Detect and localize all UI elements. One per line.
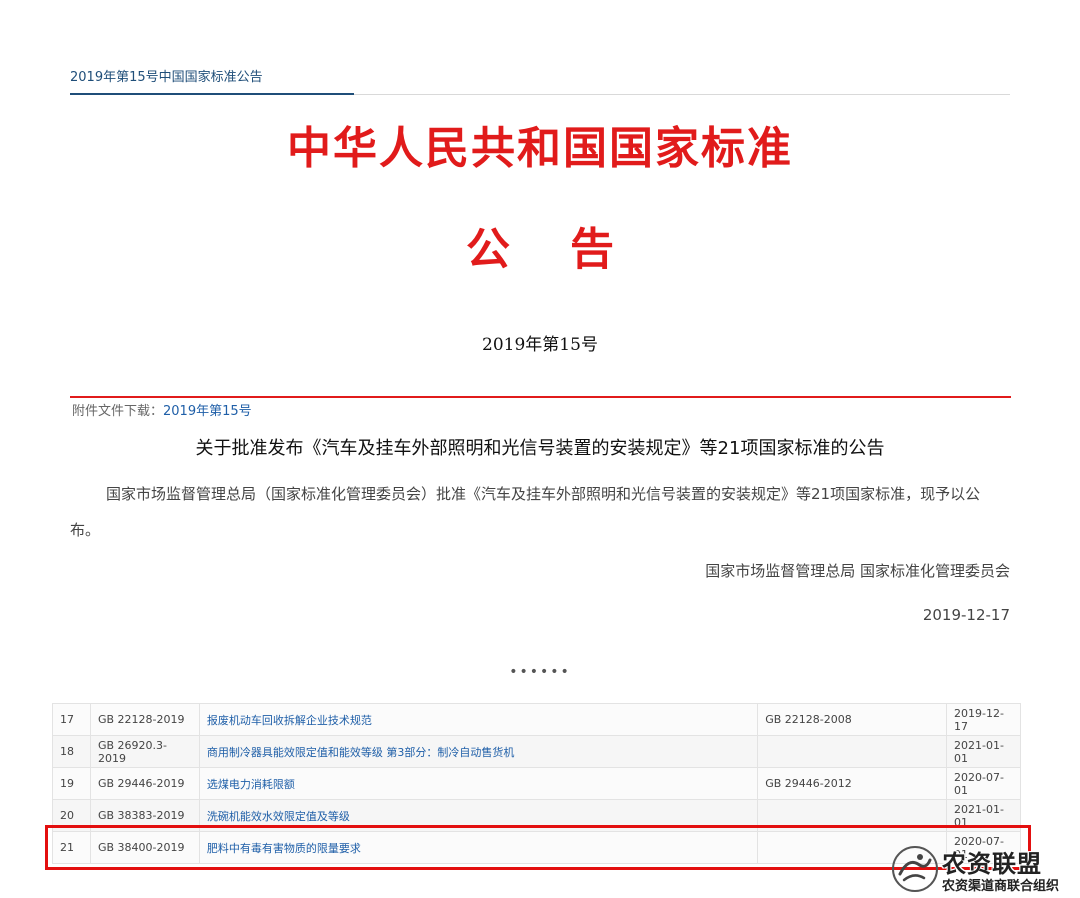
notice-heading: 公告 bbox=[466, 224, 674, 275]
announcement-date: 2019-12-17 bbox=[922, 606, 1010, 624]
table-row: 18 GB 26920.3-2019 商用制冷器具能效限定值和能效等级 第3部分… bbox=[52, 735, 1021, 768]
standard-name-link[interactable]: 洗碗机能效水效限定值及等级 bbox=[198, 799, 759, 832]
row-number: 18 bbox=[52, 735, 91, 768]
effective-date: 2021-01-01 bbox=[946, 735, 1021, 768]
standard-code: GB 22128-2019 bbox=[89, 703, 200, 736]
attachment-row: 附件文件下载：2019年第15号 bbox=[72, 400, 252, 419]
standard-code: GB 38400-2019 bbox=[89, 831, 200, 864]
effective-date: 2019-12-17 bbox=[946, 703, 1021, 736]
table-row: 21 GB 38400-2019 肥料中有毒有害物质的限量要求 2020-07-… bbox=[52, 831, 1021, 864]
announcement-body: 国家市场监督管理总局（国家标准化管理委员会）批准《汽车及挂车外部照明和光信号装置… bbox=[70, 485, 981, 539]
attachment-label: 附件文件下载： bbox=[72, 404, 164, 419]
table-row: 19 GB 29446-2019 选煤电力消耗限额 GB 29446-2012 … bbox=[52, 767, 1021, 800]
page-title: 中华人民共和国国家标准 bbox=[287, 123, 793, 174]
breadcrumb-underline bbox=[70, 93, 354, 95]
issue-number: 2019年第15号 bbox=[482, 335, 598, 355]
standard-code: GB 29446-2019 bbox=[89, 767, 200, 800]
standard-name-link[interactable]: 肥料中有毒有害物质的限量要求 bbox=[198, 831, 759, 864]
watermark: 农资联盟 农资渠道商联合组织 bbox=[890, 840, 1080, 898]
watermark-subtitle: 农资渠道商联合组织 bbox=[942, 879, 1060, 894]
table-row: 17 GB 22128-2019 报废机动车回收拆解企业技术规范 GB 2212… bbox=[52, 703, 1021, 736]
effective-date: 2020-07-01 bbox=[946, 767, 1021, 800]
row-number: 19 bbox=[52, 767, 91, 800]
standard-code: GB 38383-2019 bbox=[89, 799, 200, 832]
standards-table: 17 GB 22128-2019 报废机动车回收拆解企业技术规范 GB 2212… bbox=[52, 703, 1021, 864]
watermark-logo-icon bbox=[892, 846, 938, 892]
effective-date: 2021-01-01 bbox=[946, 799, 1021, 832]
row-number: 17 bbox=[52, 703, 91, 736]
row-number: 21 bbox=[52, 831, 91, 864]
breadcrumb-divider bbox=[354, 94, 1010, 95]
replaced-standard: GB 29446-2012 bbox=[757, 767, 948, 800]
standard-name-link[interactable]: 商用制冷器具能效限定值和能效等级 第3部分：制冷自动售货机 bbox=[198, 735, 759, 768]
breadcrumb[interactable]: 2019年第15号中国国家标准公告 bbox=[70, 66, 263, 85]
replaced-standard: GB 22128-2008 bbox=[757, 703, 948, 736]
table-row: 20 GB 38383-2019 洗碗机能效水效限定值及等级 2021-01-0… bbox=[52, 799, 1021, 832]
standard-name-link[interactable]: 选煤电力消耗限额 bbox=[198, 767, 759, 800]
announcement-signature: 国家市场监督管理总局 国家标准化管理委员会 bbox=[705, 562, 1010, 580]
replaced-standard bbox=[757, 799, 948, 832]
watermark-name: 农资联盟 bbox=[942, 850, 1042, 878]
row-number: 20 bbox=[52, 799, 91, 832]
red-divider bbox=[70, 396, 1011, 398]
standard-name-link[interactable]: 报废机动车回收拆解企业技术规范 bbox=[198, 703, 759, 736]
attachment-download-link[interactable]: 2019年第15号 bbox=[163, 404, 252, 419]
replaced-standard bbox=[757, 735, 948, 768]
standard-code: GB 26920.3-2019 bbox=[89, 735, 200, 768]
announcement-headline: 关于批准发布《汽车及挂车外部照明和光信号装置的安装规定》等21项国家标准的公告 bbox=[195, 438, 885, 459]
ellipsis-separator: •••••• bbox=[509, 664, 571, 680]
